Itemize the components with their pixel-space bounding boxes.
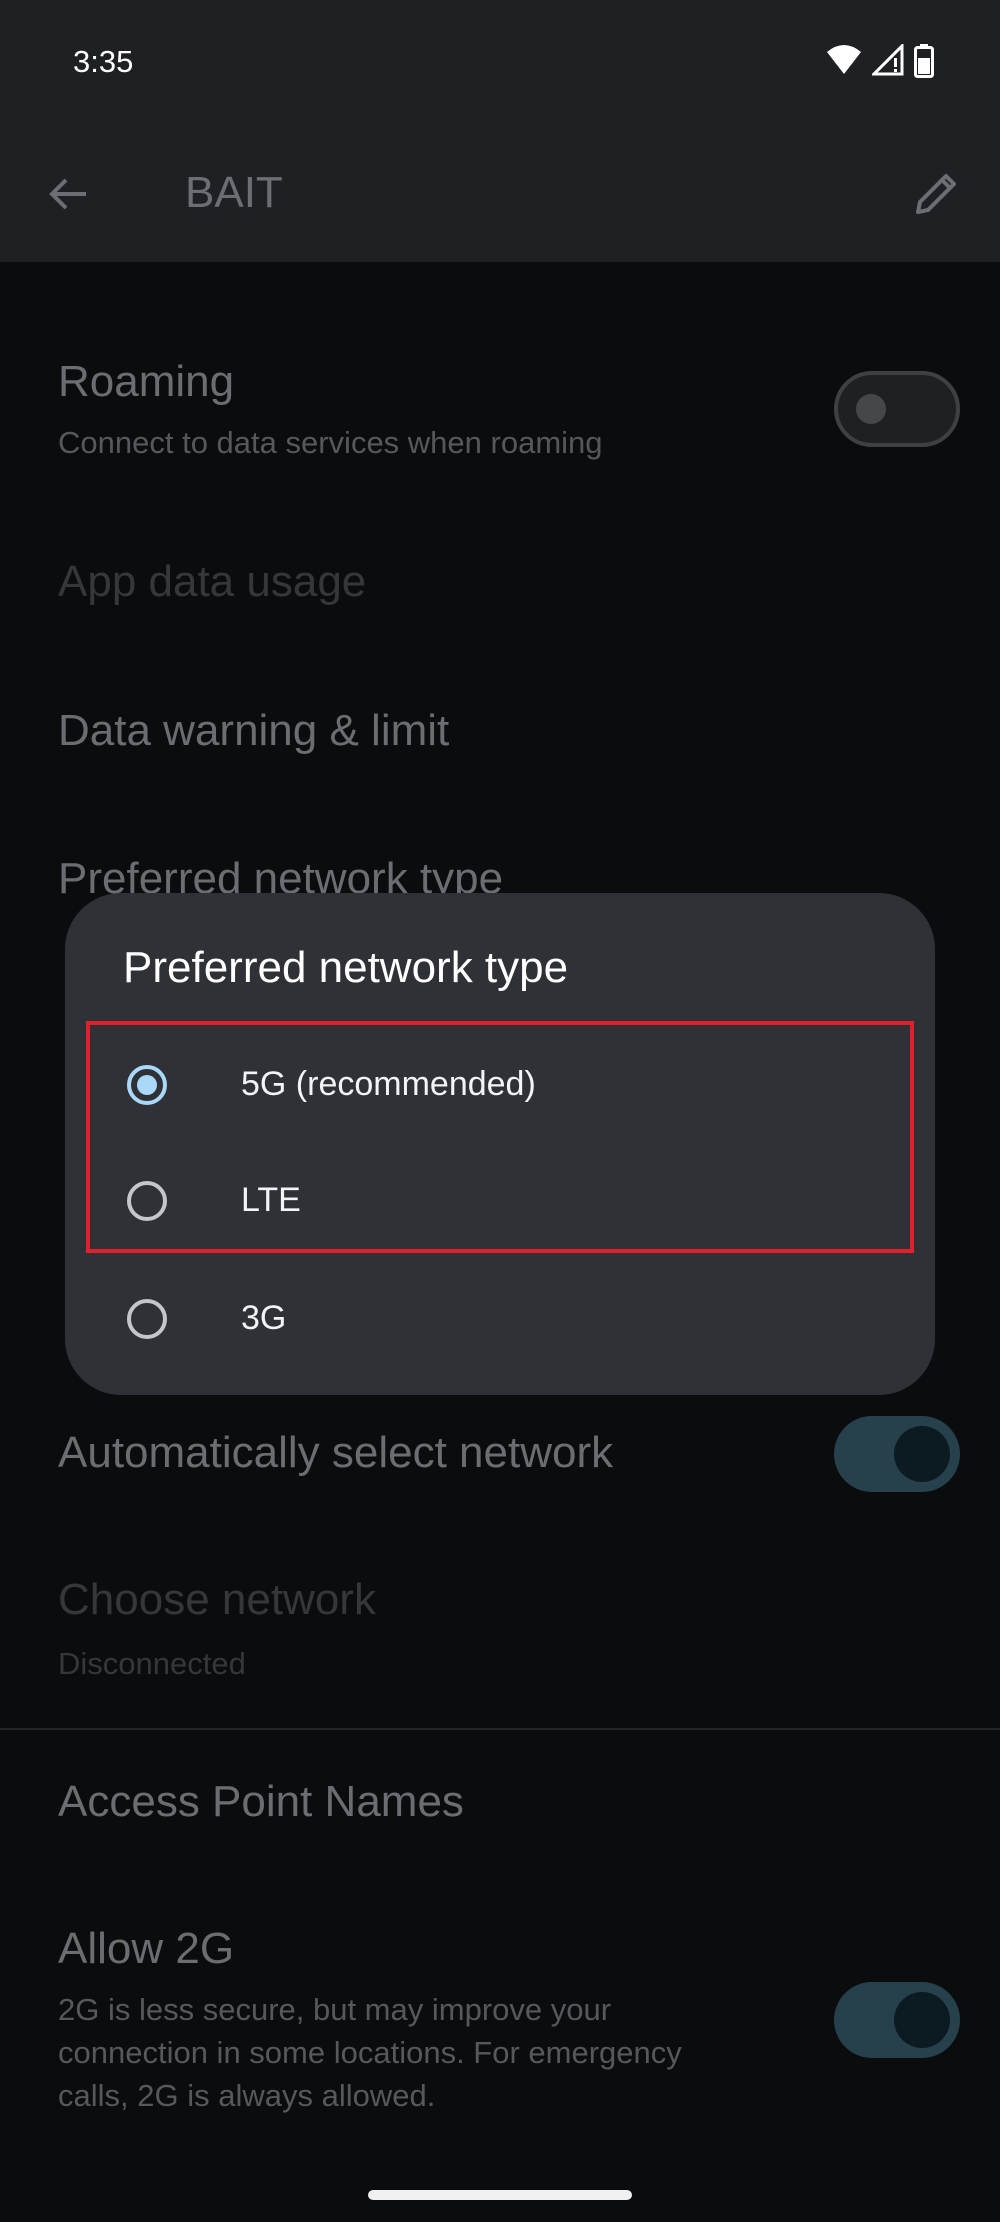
wifi-icon xyxy=(827,45,861,74)
allow-2g-title: Allow 2G xyxy=(58,1924,235,1973)
auto-select-toggle[interactable] xyxy=(834,1416,960,1492)
allow-2g-toggle[interactable] xyxy=(834,1982,960,2058)
cell-signal-icon xyxy=(872,44,904,76)
choose-network-title: Choose network xyxy=(58,1575,376,1624)
allow-2g-subtitle: 2G is less secure, but may improve your … xyxy=(58,1988,682,2117)
toggle-knob xyxy=(894,1426,950,1482)
radio-unchecked-icon[interactable] xyxy=(127,1299,167,1339)
home-indicator[interactable] xyxy=(368,2190,632,2200)
roaming-title: Roaming xyxy=(58,357,235,406)
pencil-icon[interactable] xyxy=(910,168,962,220)
highlight-box xyxy=(86,1021,914,1253)
toggle-knob xyxy=(856,394,886,424)
status-time: 3:35 xyxy=(73,44,134,79)
choose-network-subtitle: Disconnected xyxy=(58,1646,246,1681)
app-bar: BAIT xyxy=(0,130,1000,262)
roaming-subtitle: Connect to data services when roaming xyxy=(58,425,603,460)
roaming-toggle[interactable] xyxy=(834,371,960,447)
battery-icon xyxy=(914,44,934,78)
divider xyxy=(0,1728,1000,1730)
auto-select-title: Automatically select network xyxy=(58,1428,614,1477)
page-title: BAIT xyxy=(185,168,283,217)
apn-item[interactable]: Access Point Names xyxy=(58,1777,464,1827)
app-data-usage-item[interactable]: App data usage xyxy=(58,557,366,607)
data-warning-item[interactable]: Data warning & limit xyxy=(58,706,449,756)
option-3g[interactable]: 3G xyxy=(65,1265,935,1381)
status-icons xyxy=(826,44,934,78)
arrow-back-icon[interactable] xyxy=(46,172,90,216)
allow-2g-subtitle-line: connection in some locations. For emerge… xyxy=(58,2035,682,2070)
allow-2g-subtitle-line: calls, 2G is always allowed. xyxy=(58,2078,436,2113)
status-bar: 3:35 xyxy=(0,0,1000,130)
allow-2g-subtitle-line: 2G is less secure, but may improve your xyxy=(58,1992,612,2027)
option-label: 3G xyxy=(241,1299,287,1337)
toggle-knob xyxy=(894,1992,950,2048)
